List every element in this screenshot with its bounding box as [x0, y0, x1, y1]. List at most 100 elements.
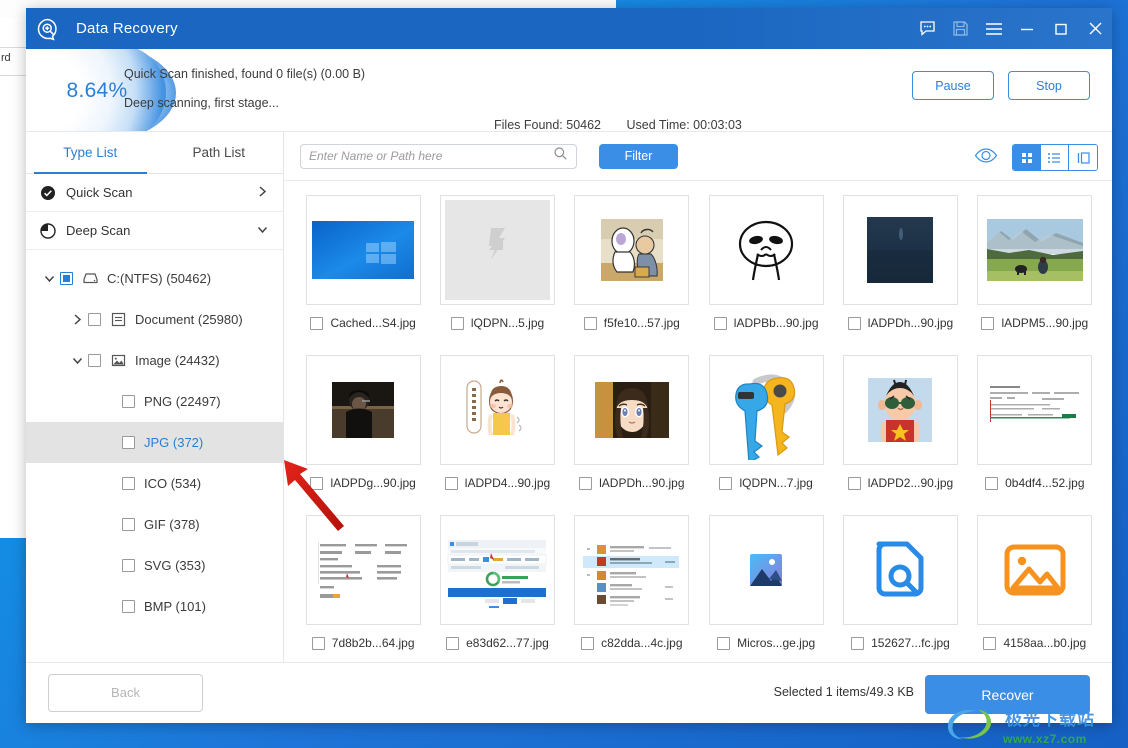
file-thumbnail[interactable] — [708, 355, 824, 465]
file-thumbnail[interactable] — [574, 355, 690, 465]
back-button[interactable]: Back — [48, 673, 203, 712]
file-thumbnail[interactable] — [842, 355, 958, 465]
file-caption[interactable]: lQDPN...7.jpg — [719, 476, 813, 490]
file-cell[interactable]: 0b4df4...52.jpg — [968, 355, 1102, 515]
file-cell[interactable]: Micros...ge.jpg — [699, 515, 833, 662]
file-checkbox[interactable] — [985, 476, 999, 490]
tree-item-ico[interactable]: ICO (534) — [26, 463, 283, 504]
file-cell[interactable]: f5fe10...57.jpg — [565, 195, 699, 355]
file-thumbnail[interactable] — [977, 355, 1093, 465]
file-checkbox[interactable] — [847, 476, 861, 490]
file-thumbnail[interactable] — [708, 515, 824, 625]
file-checkbox[interactable] — [983, 636, 997, 650]
file-checkbox[interactable] — [450, 316, 464, 330]
maximize-icon[interactable] — [1044, 8, 1078, 49]
file-thumbnail[interactable] — [439, 515, 555, 625]
file-checkbox[interactable] — [446, 636, 460, 650]
file-cell[interactable]: lADPDh...90.jpg — [565, 355, 699, 515]
file-cell[interactable]: lADPDg...90.jpg — [296, 355, 430, 515]
file-cell[interactable]: Cached...S4.jpg — [296, 195, 430, 355]
tree-checkbox[interactable] — [60, 272, 73, 285]
tree-checkbox[interactable] — [122, 600, 135, 613]
file-thumbnail[interactable] — [305, 195, 421, 305]
tree-checkbox[interactable] — [122, 436, 135, 449]
file-caption[interactable]: e83d62...77.jpg — [446, 636, 549, 650]
file-caption[interactable]: c82dda...4c.jpg — [581, 636, 683, 650]
file-caption[interactable]: lADPDh...90.jpg — [579, 476, 685, 490]
file-checkbox[interactable] — [579, 476, 593, 490]
chevron-right-icon[interactable] — [66, 313, 88, 326]
sidebar-item-quick-scan[interactable]: Quick Scan — [26, 174, 283, 212]
search-icon[interactable] — [553, 146, 568, 166]
tab-type-list[interactable]: Type List — [26, 132, 155, 174]
file-caption[interactable]: lADPDh...90.jpg — [847, 316, 953, 330]
file-checkbox[interactable] — [583, 316, 597, 330]
tree-item-jpg[interactable]: JPG (372) — [26, 422, 283, 463]
file-thumbnail[interactable] — [708, 195, 824, 305]
file-thumbnail[interactable] — [574, 515, 690, 625]
file-checkbox[interactable] — [581, 636, 595, 650]
file-cell[interactable]: lADPM5...90.jpg — [968, 195, 1102, 355]
file-checkbox[interactable] — [847, 316, 861, 330]
tree-checkbox[interactable] — [88, 313, 101, 326]
list-view-button[interactable] — [1041, 145, 1069, 170]
file-caption[interactable]: 7d8b2b...64.jpg — [311, 636, 415, 650]
file-cell[interactable]: c82dda...4c.jpg — [565, 515, 699, 662]
file-checkbox[interactable] — [719, 476, 733, 490]
tree-checkbox[interactable] — [88, 354, 101, 367]
chevron-right-icon[interactable] — [256, 185, 269, 201]
file-thumbnail[interactable] — [439, 355, 555, 465]
file-thumbnail[interactable] — [305, 355, 421, 465]
file-caption[interactable]: f5fe10...57.jpg — [583, 316, 680, 330]
sidebar-item-deep-scan[interactable]: Deep Scan — [26, 212, 283, 250]
save-icon[interactable] — [944, 8, 977, 49]
tree-item-bmp[interactable]: BMP (101) — [26, 586, 283, 627]
file-thumbnail[interactable] — [305, 515, 421, 625]
tree-item-document[interactable]: Document (25980) — [26, 299, 283, 340]
file-caption[interactable]: lADPD4...90.jpg — [444, 476, 550, 490]
file-cell[interactable]: lADPD2...90.jpg — [833, 355, 967, 515]
detail-view-button[interactable] — [1069, 145, 1097, 170]
file-cell[interactable]: 7d8b2b...64.jpg — [296, 515, 430, 662]
recover-button[interactable]: Recover — [925, 675, 1090, 714]
file-cell[interactable]: lADPBb...90.jpg — [699, 195, 833, 355]
tree-item-gif[interactable]: GIF (378) — [26, 504, 283, 545]
tree-item-image[interactable]: Image (24432) — [26, 340, 283, 381]
file-checkbox[interactable] — [310, 316, 324, 330]
file-caption[interactable]: lADPD2...90.jpg — [847, 476, 953, 490]
file-checkbox[interactable] — [851, 636, 865, 650]
tree-item-drive-c[interactable]: C:(NTFS) (50462) — [26, 258, 283, 299]
file-caption[interactable]: 0b4df4...52.jpg — [985, 476, 1085, 490]
close-icon[interactable] — [1078, 8, 1112, 49]
file-cell[interactable]: lQDPN...7.jpg — [699, 355, 833, 515]
file-thumbnail[interactable] — [842, 195, 958, 305]
file-thumbnail[interactable] — [574, 195, 690, 305]
tree-checkbox[interactable] — [122, 518, 135, 531]
file-caption[interactable]: Cached...S4.jpg — [310, 316, 416, 330]
file-cell[interactable]: lQDPN...5.jpg — [430, 195, 564, 355]
file-caption[interactable]: lADPM5...90.jpg — [981, 316, 1088, 330]
file-checkbox[interactable] — [981, 316, 995, 330]
minimize-icon[interactable] — [1010, 8, 1044, 49]
file-caption[interactable]: lADPDg...90.jpg — [310, 476, 416, 490]
file-caption[interactable]: 152627...fc.jpg — [851, 636, 950, 650]
search-input[interactable] — [309, 149, 553, 163]
file-cell[interactable]: e83d62...77.jpg — [430, 515, 564, 662]
chevron-down-icon[interactable] — [66, 354, 88, 367]
chevron-down-icon[interactable] — [256, 223, 269, 239]
tree-item-svg[interactable]: SVG (353) — [26, 545, 283, 586]
tab-path-list[interactable]: Path List — [155, 132, 284, 173]
file-checkbox[interactable] — [713, 316, 727, 330]
tree-checkbox[interactable] — [122, 559, 135, 572]
search-box[interactable] — [300, 143, 577, 169]
file-thumbnail[interactable] — [439, 195, 555, 305]
file-caption[interactable]: lQDPN...5.jpg — [450, 316, 544, 330]
file-checkbox[interactable] — [444, 476, 458, 490]
file-cell[interactable]: 152627...fc.jpg — [833, 515, 967, 662]
file-thumbnail[interactable] — [977, 515, 1093, 625]
file-cell[interactable]: lADPD4...90.jpg — [430, 355, 564, 515]
tree-checkbox[interactable] — [122, 395, 135, 408]
file-thumbnail[interactable] — [977, 195, 1093, 305]
file-checkbox[interactable] — [310, 476, 324, 490]
feedback-icon[interactable] — [911, 8, 944, 49]
